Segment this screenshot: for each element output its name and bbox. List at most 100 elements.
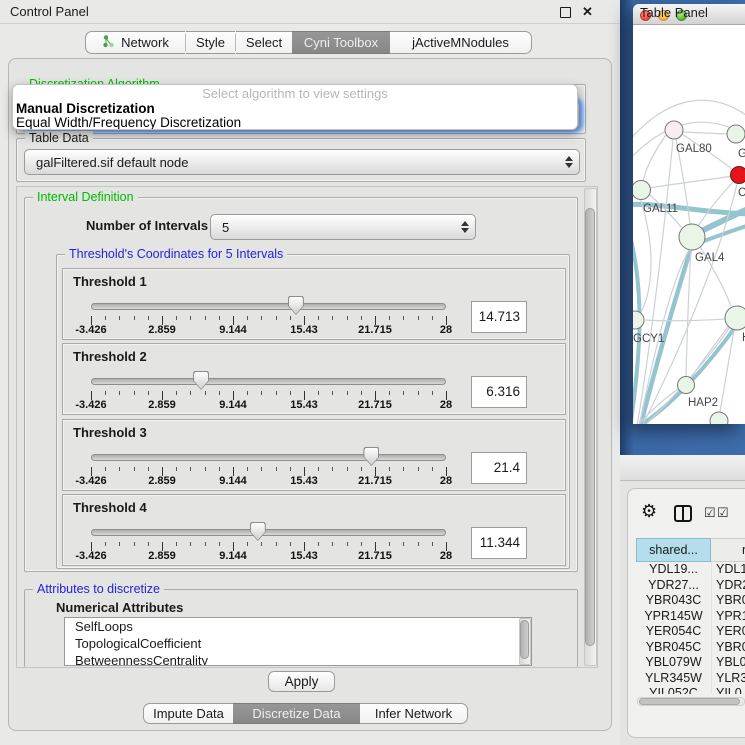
network-view-window[interactable]: GAL80GACGAL11GAL4GCY1HHAP2 xyxy=(633,4,745,424)
threshold-2-panel: Threshold 2 6.316 -3.4262.8599.14415.432… xyxy=(62,343,566,415)
slider-thumb[interactable] xyxy=(363,447,379,466)
table-row[interactable]: YIL052CYIL0 xyxy=(636,686,745,694)
slider-scale-label: 15.43 xyxy=(290,399,318,411)
network-node-label: GAL4 xyxy=(695,252,725,264)
slider-scale-label: 21.715 xyxy=(358,550,392,562)
cell-shared-name[interactable]: YBR043C xyxy=(636,593,711,609)
cell-name[interactable]: YDL1 xyxy=(711,562,745,578)
tab-infer-network[interactable]: Infer Network xyxy=(360,703,468,724)
split-view-icon[interactable] xyxy=(674,505,692,522)
network-node[interactable] xyxy=(727,125,745,143)
threshold-2-value-field[interactable]: 6.316 xyxy=(471,376,527,408)
threshold-3-slider-track[interactable] xyxy=(91,454,446,461)
float-panel-icon[interactable] xyxy=(560,7,571,18)
slider-thumb[interactable] xyxy=(250,522,266,541)
numerical-attributes-list[interactable]: SelfLoopsTopologicalCoefficientBetweenne… xyxy=(64,617,532,666)
tab-jactivemnodules[interactable]: jActiveMNodules xyxy=(390,31,532,54)
control-panel-tabs: Network Style Select Cyni Toolbox jActiv… xyxy=(85,31,532,54)
slider-scale-label: -3.426 xyxy=(75,324,106,336)
table-row[interactable]: YBR045CYBR0 xyxy=(636,640,745,656)
table-row[interactable]: YLR345WYLR3 xyxy=(636,671,745,687)
threshold-3-value-field[interactable]: 21.4 xyxy=(471,452,527,484)
slider-tick xyxy=(119,316,120,320)
table-data-select[interactable]: galFiltered.sif default node xyxy=(24,149,580,175)
cell-name[interactable]: YLR3 xyxy=(711,671,745,687)
cell-shared-name[interactable]: YIL052C xyxy=(636,686,711,694)
slider-scale-label: -3.426 xyxy=(75,475,106,487)
cell-name[interactable]: YER0 xyxy=(711,624,745,640)
slider-tick xyxy=(219,391,220,395)
table-row[interactable]: YDR27...YDR2 xyxy=(636,578,745,594)
slider-tick xyxy=(190,542,191,546)
tab-select[interactable]: Select xyxy=(236,31,292,54)
threshold-1-value-field[interactable]: 14.713 xyxy=(471,301,527,333)
slider-tick xyxy=(418,467,419,471)
number-of-intervals-select[interactable]: 5 xyxy=(210,214,476,240)
threshold-3-panel: Threshold 3 21.4 -3.4262.8599.14415.4321… xyxy=(62,419,566,491)
slider-tick xyxy=(403,542,404,546)
threshold-4-panel: Threshold 4 11.344 -3.4262.8599.14415.43… xyxy=(62,494,566,566)
cell-shared-name[interactable]: YBR045C xyxy=(636,640,711,656)
cell-name[interactable]: YBR0 xyxy=(711,640,745,656)
threshold-4-slider-track[interactable] xyxy=(91,529,446,536)
slider-thumb[interactable] xyxy=(193,371,209,390)
attribute-list-item[interactable]: TopologicalCoefficient xyxy=(65,635,531,652)
cell-name[interactable]: YPR1 xyxy=(711,609,745,625)
cell-shared-name[interactable]: YDR27... xyxy=(636,578,711,594)
cell-shared-name[interactable]: YPR145W xyxy=(636,609,711,625)
algorithm-option-manual[interactable]: Manual Discretization xyxy=(13,102,577,116)
slider-tick xyxy=(134,316,135,320)
network-node[interactable] xyxy=(725,306,745,330)
algorithm-option-equal-width[interactable]: Equal Width/Frequency Discretization xyxy=(13,116,577,130)
number-of-intervals-label: Number of Intervals xyxy=(86,218,208,233)
threshold-4-value-field[interactable]: 11.344 xyxy=(471,527,527,559)
slider-tick xyxy=(176,316,177,320)
close-panel-icon[interactable]: ✕ xyxy=(582,4,593,20)
table-row[interactable]: YDL19...YDL1 xyxy=(636,562,745,578)
table-row[interactable]: YBR043CYBR0 xyxy=(636,593,745,609)
cell-shared-name[interactable]: YBL079W xyxy=(636,655,711,671)
table-row[interactable]: YER054CYER0 xyxy=(636,624,745,640)
tab-network[interactable]: Network xyxy=(85,31,185,54)
column-header-name[interactable]: n xyxy=(711,538,745,562)
tab-impute-data[interactable]: Impute Data xyxy=(143,703,233,724)
settings-scrollbar-thumb[interactable] xyxy=(585,208,595,646)
network-node[interactable] xyxy=(633,311,644,329)
network-node[interactable] xyxy=(731,167,745,184)
slider-tick xyxy=(276,391,277,395)
cell-name[interactable]: YBL0 xyxy=(711,655,745,671)
tab-style[interactable]: Style xyxy=(186,31,235,54)
table-row[interactable]: YBL079WYBL0 xyxy=(636,655,745,671)
network-node[interactable] xyxy=(679,224,705,250)
column-checkbox-icon[interactable]: ☑ xyxy=(717,505,729,521)
table-horizontal-scrollbar-thumb[interactable] xyxy=(639,698,740,705)
cell-shared-name[interactable]: YDL19... xyxy=(636,562,711,578)
column-header-shared-name[interactable]: shared... xyxy=(636,538,711,562)
slider-tick xyxy=(418,316,419,320)
cell-name[interactable]: YBR0 xyxy=(711,593,745,609)
network-node[interactable] xyxy=(678,377,695,394)
cell-name[interactable]: YDR2 xyxy=(711,578,745,594)
cell-shared-name[interactable]: YER054C xyxy=(636,624,711,640)
settings-gear-icon[interactable]: ⚙ xyxy=(641,501,657,522)
cell-name[interactable]: YIL0 xyxy=(711,686,745,694)
table-row[interactable]: YPR145WYPR1 xyxy=(636,609,745,625)
threshold-2-slider-track[interactable] xyxy=(91,378,446,385)
slider-tick xyxy=(290,467,291,471)
network-node[interactable] xyxy=(633,181,651,200)
threshold-1-slider-track[interactable] xyxy=(91,303,446,310)
attributes-list-scrollbar-thumb[interactable] xyxy=(520,620,529,659)
slider-thumb[interactable] xyxy=(288,296,304,315)
tab-cyni-toolbox[interactable]: Cyni Toolbox xyxy=(292,31,390,54)
column-checkbox-icon[interactable]: ☑ xyxy=(704,505,716,521)
tab-discretize-data[interactable]: Discretize Data xyxy=(233,703,360,724)
slider-tick xyxy=(105,467,106,471)
network-node[interactable] xyxy=(665,121,683,139)
attribute-list-item[interactable]: BetweennessCentrality xyxy=(65,652,531,666)
cell-shared-name[interactable]: YLR345W xyxy=(636,671,711,687)
apply-button[interactable]: Apply xyxy=(268,671,335,692)
attributes-group-title: Attributes to discretize xyxy=(33,582,164,596)
network-canvas[interactable]: GAL80GACGAL11GAL4GCY1HHAP2 xyxy=(633,25,745,424)
network-node[interactable] xyxy=(710,412,728,424)
attribute-list-item[interactable]: SelfLoops xyxy=(65,618,531,635)
